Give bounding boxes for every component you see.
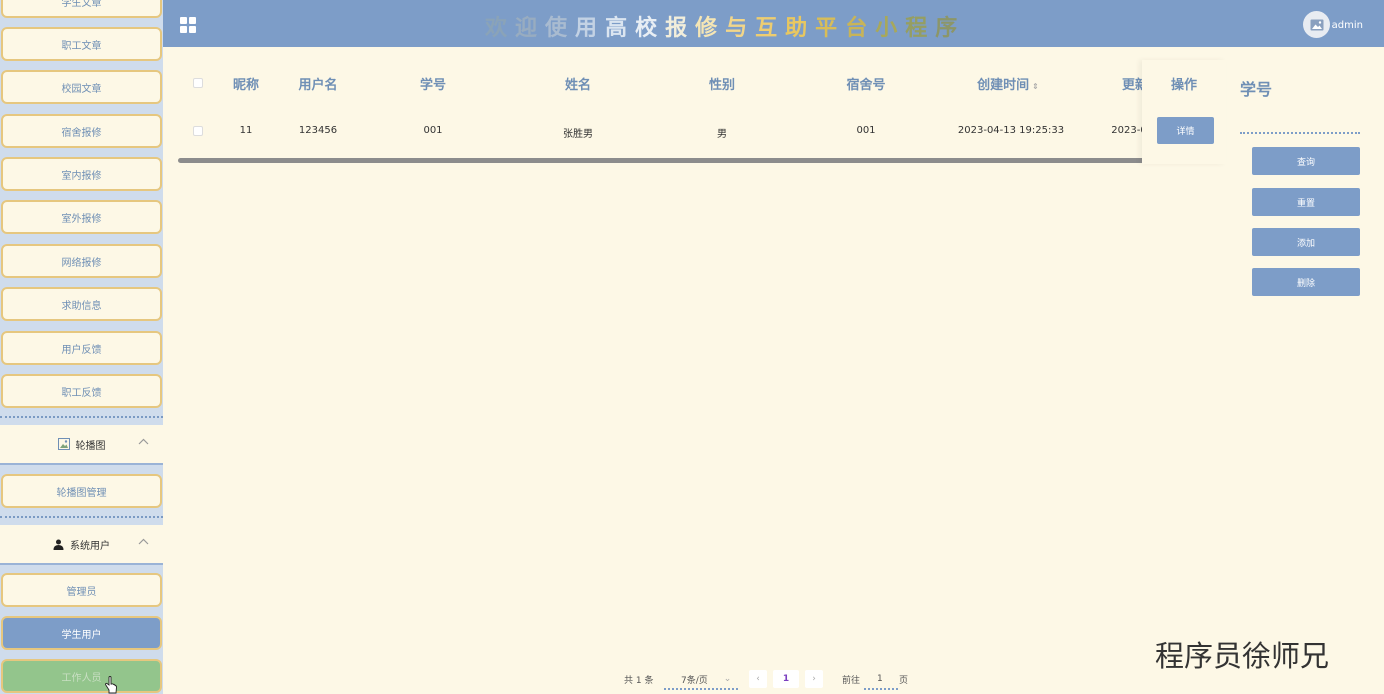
title-char: 互 xyxy=(755,16,786,41)
goto-prefix: 前往 xyxy=(842,675,861,686)
cell-updated: 2023-0 xyxy=(1111,125,1142,136)
chevron-down-icon: ⌄ xyxy=(723,674,732,684)
sidebar-group-carousel[interactable]: 轮播图 xyxy=(0,425,163,465)
chevron-right-icon: › xyxy=(812,674,816,684)
column-header-name: 姓名 xyxy=(564,78,592,93)
goto-suffix: 页 xyxy=(899,675,909,686)
page-size-select[interactable]: 7条/页 ⌄ xyxy=(681,671,731,687)
query-button[interactable]: 查询 xyxy=(1252,147,1360,175)
cell-student-id: 001 xyxy=(423,125,443,136)
user-icon xyxy=(53,539,64,550)
cell-gender: 男 xyxy=(717,129,727,140)
watermark-text: 程序员徐师兄 xyxy=(1155,639,1330,673)
operations-column: 操作 详情 xyxy=(1142,60,1226,164)
sidebar-item-outdoor-repair[interactable]: 室外报修 xyxy=(1,200,162,234)
column-header-dorm-no: 宿舍号 xyxy=(846,78,886,93)
title-char: 报 xyxy=(665,16,696,41)
cell-username: 123456 xyxy=(298,125,338,136)
data-table: 昵称 用户名 学号 姓名 性别 宿舍号 创建时间 ⇕ 更新 11 123456 0… xyxy=(178,60,1142,170)
title-char: 高 xyxy=(605,16,636,41)
column-header-gender: 性别 xyxy=(708,78,736,93)
detail-button[interactable]: 详情 xyxy=(1157,117,1214,144)
column-header-created-time[interactable]: 创建时间 ⇕ xyxy=(977,74,1039,93)
title-char: 迎 xyxy=(515,16,546,41)
sidebar-item-indoor-repair[interactable]: 室内报修 xyxy=(1,157,162,191)
pagination-total: 共 1 条 xyxy=(624,675,654,686)
page-size-underline xyxy=(664,688,738,690)
goto-page-input[interactable]: 1 xyxy=(877,671,883,687)
sidebar-group-system-users[interactable]: 系统用户 xyxy=(0,525,163,565)
title-char: 小 xyxy=(875,16,906,41)
title-char: 欢 xyxy=(485,16,516,41)
title-char: 修 xyxy=(695,16,726,41)
sidebar-item-network-repair[interactable]: 网络报修 xyxy=(1,244,162,278)
image-icon xyxy=(57,438,70,450)
title-char: 校 xyxy=(635,16,666,41)
student-id-search-input[interactable] xyxy=(1240,126,1360,134)
sidebar-item-admins[interactable]: 管理员 xyxy=(1,573,162,607)
chevron-up-icon xyxy=(138,538,149,549)
current-page[interactable]: 1 xyxy=(773,670,799,688)
title-char: 用 xyxy=(575,16,606,41)
sidebar-item-student-articles[interactable]: 学生文章 xyxy=(1,0,162,18)
goto-underline xyxy=(864,688,898,690)
sidebar-item-user-feedback[interactable]: 用户反馈 xyxy=(1,331,162,365)
horizontal-scrollbar[interactable] xyxy=(178,158,1149,163)
sidebar-item-help-info[interactable]: 求助信息 xyxy=(1,287,162,321)
menu-grid-icon[interactable] xyxy=(180,17,196,33)
cell-created-time: 2023-04-13 19:25:33 xyxy=(957,125,1065,136)
column-header-nickname: 昵称 xyxy=(232,78,260,93)
sidebar-divider xyxy=(0,416,163,418)
sidebar-item-student-users[interactable]: 学生用户 xyxy=(1,616,162,650)
sidebar-item-staff[interactable]: 工作人员 xyxy=(1,659,162,693)
sort-icon[interactable]: ⇕ xyxy=(1032,82,1039,91)
chevron-up-icon xyxy=(138,438,149,449)
column-header-student-id: 学号 xyxy=(419,78,447,93)
sidebar: 学生文章 职工文章 校园文章 宿舍报修 室内报修 室外报修 网络报修 求助信息 … xyxy=(0,0,163,694)
prev-page-button[interactable]: ‹ xyxy=(749,670,767,688)
select-all-checkbox[interactable] xyxy=(193,78,203,88)
cell-name: 张胜男 xyxy=(563,129,593,140)
sidebar-group-label: 系统用户 xyxy=(70,540,110,552)
title-char: 平 xyxy=(815,16,846,41)
sidebar-item-dorm-repair[interactable]: 宿舍报修 xyxy=(1,114,162,148)
cell-dorm-no: 001 xyxy=(856,125,876,136)
search-field-label: 学号 xyxy=(1240,80,1273,99)
sidebar-item-staff-feedback[interactable]: 职工反馈 xyxy=(1,374,162,408)
cell-nickname: 11 xyxy=(239,125,253,136)
search-panel: 学号 查询 重置 添加 删除 xyxy=(1226,60,1384,670)
next-page-button[interactable]: › xyxy=(805,670,823,688)
sidebar-group-label: 轮播图 xyxy=(75,440,106,452)
hand-cursor-icon xyxy=(104,676,118,694)
title-char: 台 xyxy=(845,16,876,41)
reset-button[interactable]: 重置 xyxy=(1252,188,1360,216)
title-char: 助 xyxy=(785,16,816,41)
column-header-updated: 更新 xyxy=(1121,78,1142,93)
title-char: 序 xyxy=(935,16,966,41)
sidebar-divider xyxy=(0,516,163,518)
top-header: 欢迎使用高校报修与互助平台小程序 admin xyxy=(163,0,1384,47)
add-button[interactable]: 添加 xyxy=(1252,228,1360,256)
row-checkbox[interactable] xyxy=(193,126,203,136)
delete-button[interactable]: 删除 xyxy=(1252,268,1360,296)
column-header-operations: 操作 xyxy=(1170,78,1198,93)
username-label[interactable]: admin xyxy=(1332,20,1363,31)
sidebar-item-carousel-manage[interactable]: 轮播图管理 xyxy=(1,474,162,508)
title-char: 与 xyxy=(725,16,756,41)
avatar[interactable] xyxy=(1303,11,1330,38)
title-char: 使 xyxy=(545,16,576,41)
column-header-username: 用户名 xyxy=(298,78,338,93)
sidebar-item-campus-articles[interactable]: 校园文章 xyxy=(1,70,162,104)
avatar-image-icon xyxy=(1310,19,1323,30)
sidebar-item-staff-articles[interactable]: 职工文章 xyxy=(1,27,162,61)
title-char: 程 xyxy=(905,16,936,41)
chevron-left-icon: ‹ xyxy=(756,674,760,684)
app-title: 欢迎使用高校报修与互助平台小程序 xyxy=(485,10,965,42)
